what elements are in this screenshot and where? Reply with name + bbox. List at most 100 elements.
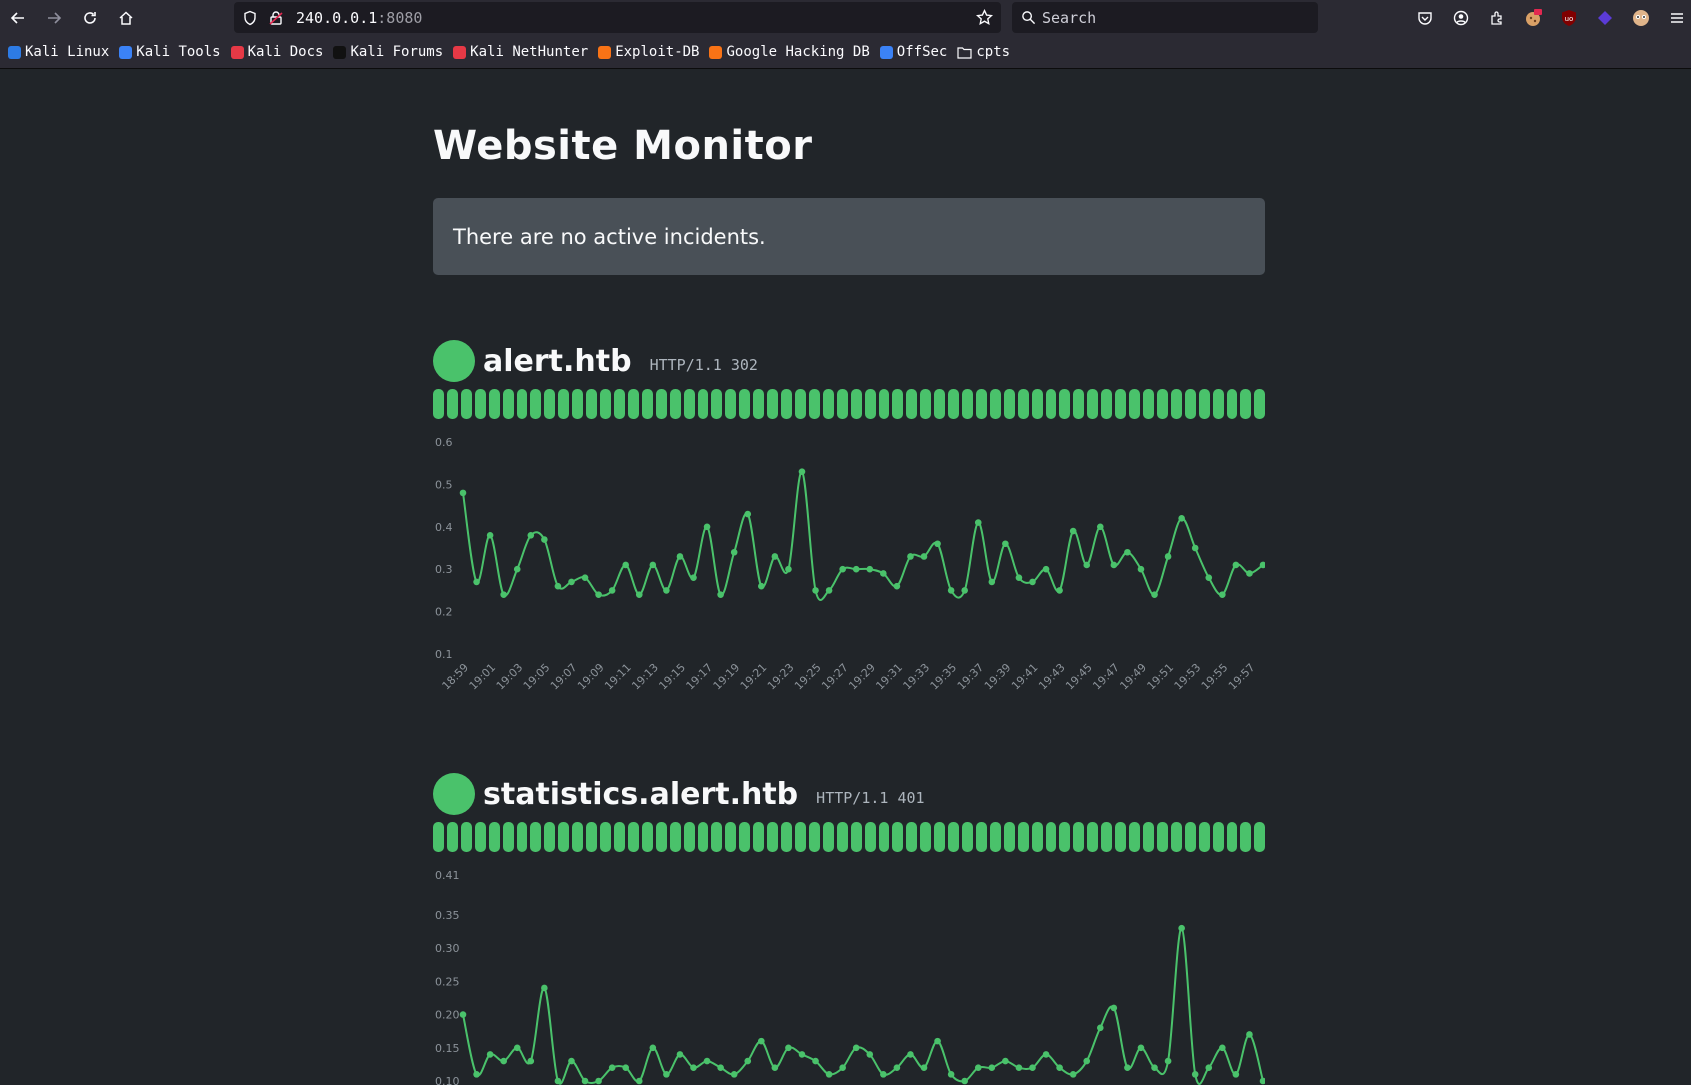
bookmark-item[interactable]: Kali NetHunter — [453, 44, 588, 60]
cookie-extension-icon[interactable] — [1524, 9, 1542, 27]
heartbeat-up[interactable] — [558, 389, 570, 419]
heartbeat-up[interactable] — [794, 389, 806, 419]
heartbeat-up[interactable] — [600, 822, 611, 852]
home-button[interactable] — [113, 5, 139, 31]
heartbeat-up[interactable] — [683, 822, 695, 852]
bookmark-item[interactable]: Exploit-DB — [598, 44, 699, 60]
data-point[interactable] — [473, 578, 480, 586]
heartbeat-up[interactable] — [530, 389, 542, 419]
data-point[interactable] — [1056, 1064, 1063, 1072]
data-point[interactable] — [730, 548, 738, 556]
data-point[interactable] — [1219, 1044, 1226, 1052]
data-point[interactable] — [1015, 1064, 1023, 1072]
data-point[interactable] — [581, 574, 589, 581]
heartbeat-up[interactable] — [488, 822, 500, 852]
forward-button[interactable] — [41, 5, 67, 31]
heartbeat-up[interactable] — [989, 389, 1001, 419]
heartbeat-up[interactable] — [1143, 822, 1154, 852]
heartbeat-up[interactable] — [948, 389, 960, 419]
heartbeat-up[interactable] — [794, 822, 806, 852]
data-point[interactable] — [825, 1071, 833, 1078]
data-point[interactable] — [1110, 561, 1118, 569]
data-point[interactable] — [513, 1044, 521, 1052]
data-point[interactable] — [1083, 561, 1091, 569]
data-point[interactable] — [934, 1037, 941, 1045]
heartbeat-up[interactable] — [1240, 389, 1252, 419]
data-point[interactable] — [541, 984, 548, 992]
heartbeat-up[interactable] — [781, 389, 792, 419]
heartbeat-up[interactable] — [767, 822, 779, 852]
ublock-icon[interactable]: uo — [1560, 9, 1578, 27]
heartbeat-up[interactable] — [474, 389, 486, 419]
back-button[interactable] — [5, 5, 31, 31]
heartbeat-up[interactable] — [1184, 822, 1196, 852]
heartbeat-up[interactable] — [808, 389, 820, 419]
data-point[interactable] — [541, 536, 548, 543]
data-point[interactable] — [1219, 591, 1226, 598]
data-point[interactable] — [839, 1064, 846, 1072]
heartbeat-up[interactable] — [572, 389, 584, 419]
heartbeat-up[interactable] — [934, 389, 946, 419]
heartbeat-up[interactable] — [836, 389, 848, 419]
bookmark-item[interactable]: Kali Tools — [119, 44, 221, 60]
heartbeat-up[interactable] — [1212, 822, 1224, 852]
data-point[interactable] — [907, 1051, 914, 1058]
heartbeat-up[interactable] — [934, 822, 946, 852]
heartbeat-up[interactable] — [488, 389, 500, 419]
data-point[interactable] — [1083, 1057, 1091, 1065]
heartbeat-up[interactable] — [850, 389, 862, 419]
data-point[interactable] — [1232, 1071, 1240, 1078]
heartbeat-up[interactable] — [725, 389, 737, 419]
data-point[interactable] — [866, 1051, 874, 1058]
heartbeat-up[interactable] — [822, 389, 834, 419]
heartbeat-up[interactable] — [1073, 822, 1085, 852]
data-point[interactable] — [893, 1064, 901, 1072]
heartbeat-up[interactable] — [962, 822, 973, 852]
heartbeat-up[interactable] — [962, 389, 973, 419]
data-point[interactable] — [635, 591, 643, 598]
data-point[interactable] — [771, 553, 779, 560]
data-point[interactable] — [649, 1044, 657, 1052]
heartbeat-up[interactable] — [1240, 822, 1252, 852]
foxyproxy-icon[interactable] — [1632, 9, 1650, 27]
heartbeat-up[interactable] — [446, 822, 458, 852]
heartbeat-up[interactable] — [1184, 389, 1196, 419]
bookmark-item[interactable]: Kali Docs — [230, 44, 323, 60]
heartbeat-up[interactable] — [739, 389, 751, 419]
data-point[interactable] — [1029, 1064, 1036, 1072]
data-point[interactable] — [771, 1064, 779, 1072]
heartbeat-up[interactable] — [1143, 389, 1154, 419]
heartbeat-up[interactable] — [1003, 389, 1015, 419]
data-point[interactable] — [974, 519, 982, 526]
data-point[interactable] — [663, 587, 670, 594]
heartbeat-up[interactable] — [948, 822, 960, 852]
data-point[interactable] — [920, 1064, 928, 1072]
heartbeat-up[interactable] — [1017, 389, 1029, 419]
heartbeat-up[interactable] — [544, 389, 556, 419]
heartbeat-up[interactable] — [878, 822, 890, 852]
data-point[interactable] — [717, 1064, 724, 1072]
data-point[interactable] — [1191, 544, 1199, 552]
data-point[interactable] — [717, 591, 724, 598]
heartbeat-up[interactable] — [1031, 389, 1043, 419]
data-point[interactable] — [1124, 548, 1131, 556]
heartbeat-up[interactable] — [975, 389, 987, 419]
bookmark-item[interactable]: Kali Forums — [333, 44, 443, 60]
data-point[interactable] — [730, 1071, 738, 1078]
data-point[interactable] — [1015, 574, 1023, 581]
data-point[interactable] — [744, 1057, 752, 1065]
heartbeat-up[interactable] — [1198, 822, 1210, 852]
heartbeat-up[interactable] — [586, 389, 598, 419]
heartbeat-up[interactable] — [641, 389, 653, 419]
data-point[interactable] — [1042, 1051, 1050, 1058]
data-point[interactable] — [988, 1064, 996, 1072]
heartbeat-up[interactable] — [683, 389, 695, 419]
data-point[interactable] — [1029, 578, 1036, 586]
heartbeat-up[interactable] — [641, 822, 653, 852]
data-point[interactable] — [825, 587, 833, 594]
heartbeat-up[interactable] — [989, 822, 1001, 852]
data-point[interactable] — [1137, 565, 1145, 573]
heartbeat-up[interactable] — [836, 822, 848, 852]
pocket-icon[interactable] — [1416, 9, 1434, 27]
data-point[interactable] — [1069, 1071, 1077, 1078]
